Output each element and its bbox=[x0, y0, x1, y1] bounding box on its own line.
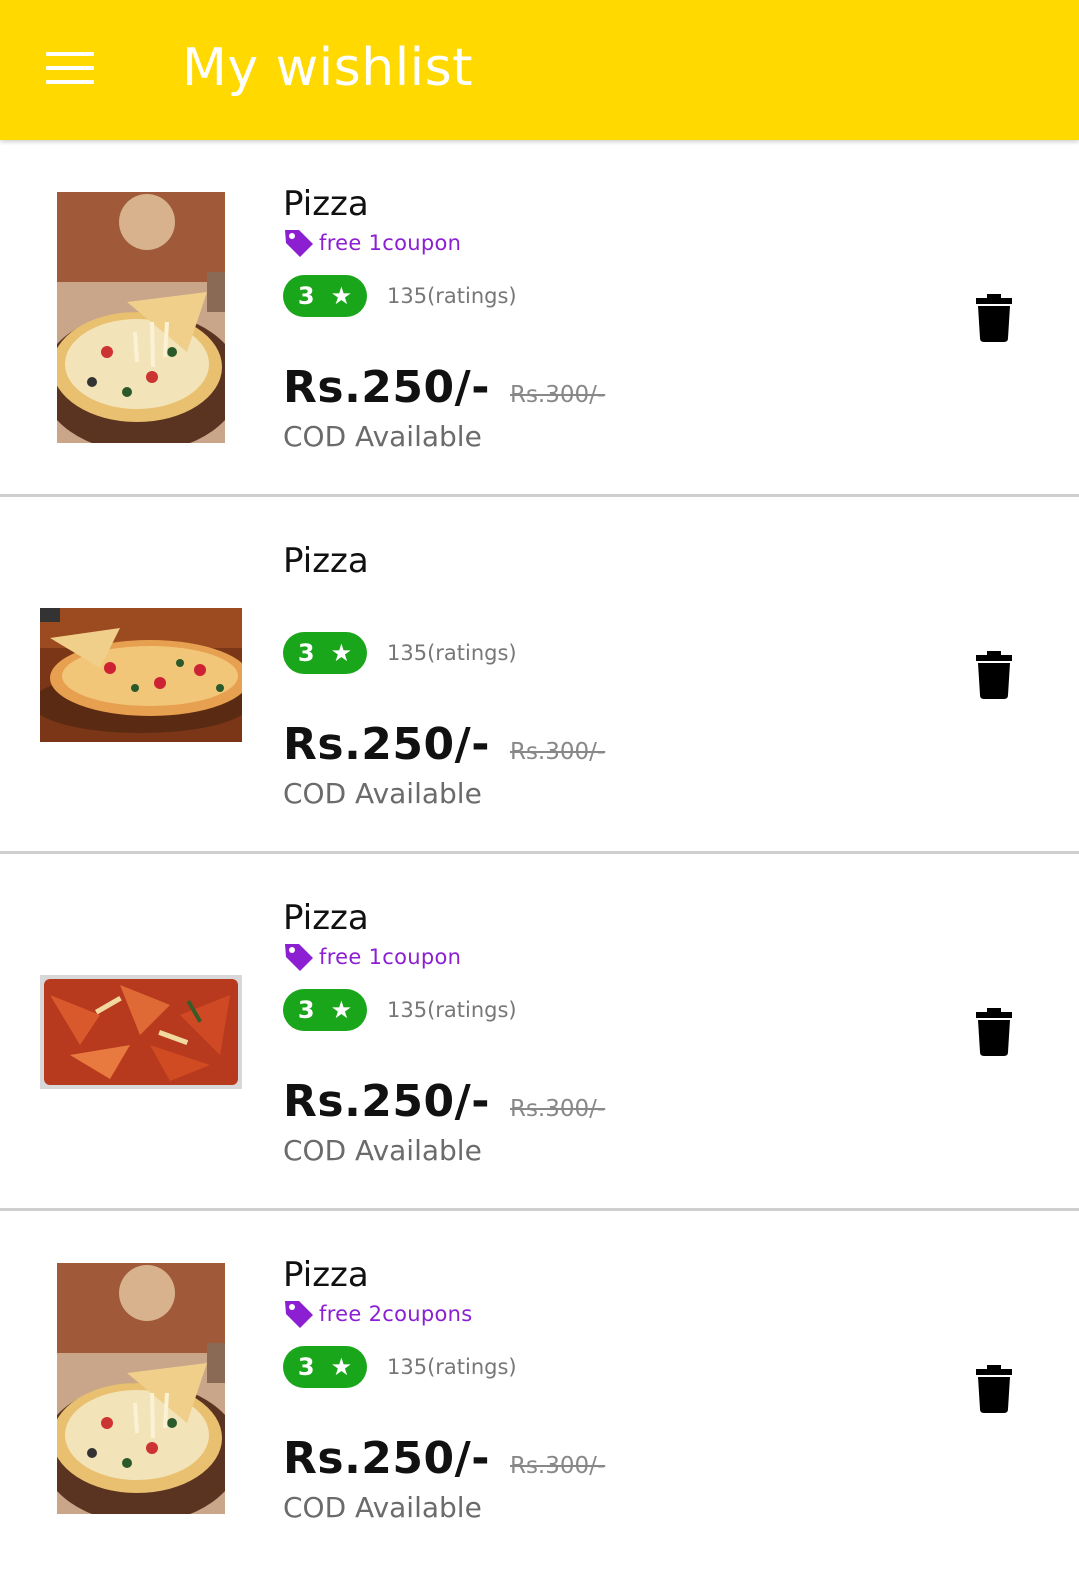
product-image[interactable] bbox=[40, 975, 242, 1089]
cod-availability: COD Available bbox=[283, 1134, 482, 1167]
wishlist-item[interactable]: Pizza 3 ★ 135(ratings) Rs.250/- Rs.300/-… bbox=[0, 497, 1079, 854]
old-price: Rs.300/- bbox=[509, 739, 606, 765]
rating-row: 3 ★ 135(ratings) bbox=[283, 1346, 517, 1388]
delete-button[interactable] bbox=[976, 651, 1012, 699]
delete-button[interactable] bbox=[976, 294, 1012, 342]
ratings-count: 135(ratings) bbox=[387, 1355, 517, 1379]
rating-row: 3 ★ 135(ratings) bbox=[283, 275, 517, 317]
product-name: Pizza bbox=[283, 541, 369, 581]
app-bar: My wishlist bbox=[0, 0, 1079, 140]
trash-icon bbox=[976, 651, 1012, 699]
rating-badge: 3 ★ bbox=[283, 632, 367, 674]
tag-icon bbox=[285, 230, 313, 257]
tag-icon bbox=[285, 944, 313, 971]
delete-button[interactable] bbox=[976, 1008, 1012, 1056]
price-row: Rs.250/- Rs.300/- bbox=[283, 1076, 605, 1127]
ratings-count: 135(ratings) bbox=[387, 641, 517, 665]
rating-value: 3 bbox=[297, 996, 315, 1024]
coupon-tag: free 1coupon bbox=[283, 226, 461, 260]
product-name: Pizza bbox=[283, 1255, 369, 1295]
coupon-tag: free 2coupons bbox=[283, 1297, 472, 1331]
menu-icon[interactable] bbox=[46, 52, 94, 86]
product-image[interactable] bbox=[40, 608, 242, 742]
tag-icon bbox=[285, 1301, 313, 1328]
old-price: Rs.300/- bbox=[509, 1453, 606, 1479]
product-image[interactable] bbox=[57, 192, 225, 443]
coupon-text: free 1coupon bbox=[319, 945, 462, 969]
coupon-tag: free 1coupon bbox=[283, 940, 461, 974]
wishlist: Pizza free 1coupon 3 ★ 135(ratings) Rs.2… bbox=[0, 140, 1079, 1568]
wishlist-item[interactable]: Pizza free 1coupon 3 ★ 135(ratings) Rs.2… bbox=[0, 140, 1079, 497]
rating-badge: 3 ★ bbox=[283, 1346, 367, 1388]
old-price: Rs.300/- bbox=[509, 382, 606, 408]
rating-value: 3 bbox=[297, 1353, 315, 1381]
wishlist-item[interactable]: Pizza free 2coupons 3 ★ 135(ratings) Rs.… bbox=[0, 1211, 1079, 1568]
ratings-count: 135(ratings) bbox=[387, 998, 517, 1022]
trash-icon bbox=[976, 1365, 1012, 1413]
price: Rs.250/- bbox=[283, 719, 490, 770]
price: Rs.250/- bbox=[283, 1433, 490, 1484]
rating-row: 3 ★ 135(ratings) bbox=[283, 989, 517, 1031]
page-title: My wishlist bbox=[182, 38, 474, 98]
cod-availability: COD Available bbox=[283, 1491, 482, 1524]
product-name: Pizza bbox=[283, 184, 369, 224]
star-icon: ★ bbox=[330, 996, 353, 1024]
star-icon: ★ bbox=[330, 639, 353, 667]
coupon-text: free 1coupon bbox=[319, 231, 462, 255]
price-row: Rs.250/- Rs.300/- bbox=[283, 1433, 605, 1484]
rating-value: 3 bbox=[297, 282, 315, 310]
rating-badge: 3 ★ bbox=[283, 275, 367, 317]
price: Rs.250/- bbox=[283, 362, 490, 413]
trash-icon bbox=[976, 1008, 1012, 1056]
price-row: Rs.250/- Rs.300/- bbox=[283, 362, 605, 413]
product-image[interactable] bbox=[57, 1263, 225, 1514]
rating-row: 3 ★ 135(ratings) bbox=[283, 632, 517, 674]
star-icon: ★ bbox=[330, 1353, 353, 1381]
coupon-text: free 2coupons bbox=[319, 1302, 473, 1326]
product-name: Pizza bbox=[283, 898, 369, 938]
ratings-count: 135(ratings) bbox=[387, 284, 517, 308]
cod-availability: COD Available bbox=[283, 777, 482, 810]
price-row: Rs.250/- Rs.300/- bbox=[283, 719, 605, 770]
cod-availability: COD Available bbox=[283, 420, 482, 453]
old-price: Rs.300/- bbox=[509, 1096, 606, 1122]
trash-icon bbox=[976, 294, 1012, 342]
star-icon: ★ bbox=[330, 282, 353, 310]
wishlist-item[interactable]: Pizza free 1coupon 3 ★ 135(ratings) Rs.2… bbox=[0, 854, 1079, 1211]
rating-badge: 3 ★ bbox=[283, 989, 367, 1031]
price: Rs.250/- bbox=[283, 1076, 490, 1127]
rating-value: 3 bbox=[297, 639, 315, 667]
delete-button[interactable] bbox=[976, 1365, 1012, 1413]
